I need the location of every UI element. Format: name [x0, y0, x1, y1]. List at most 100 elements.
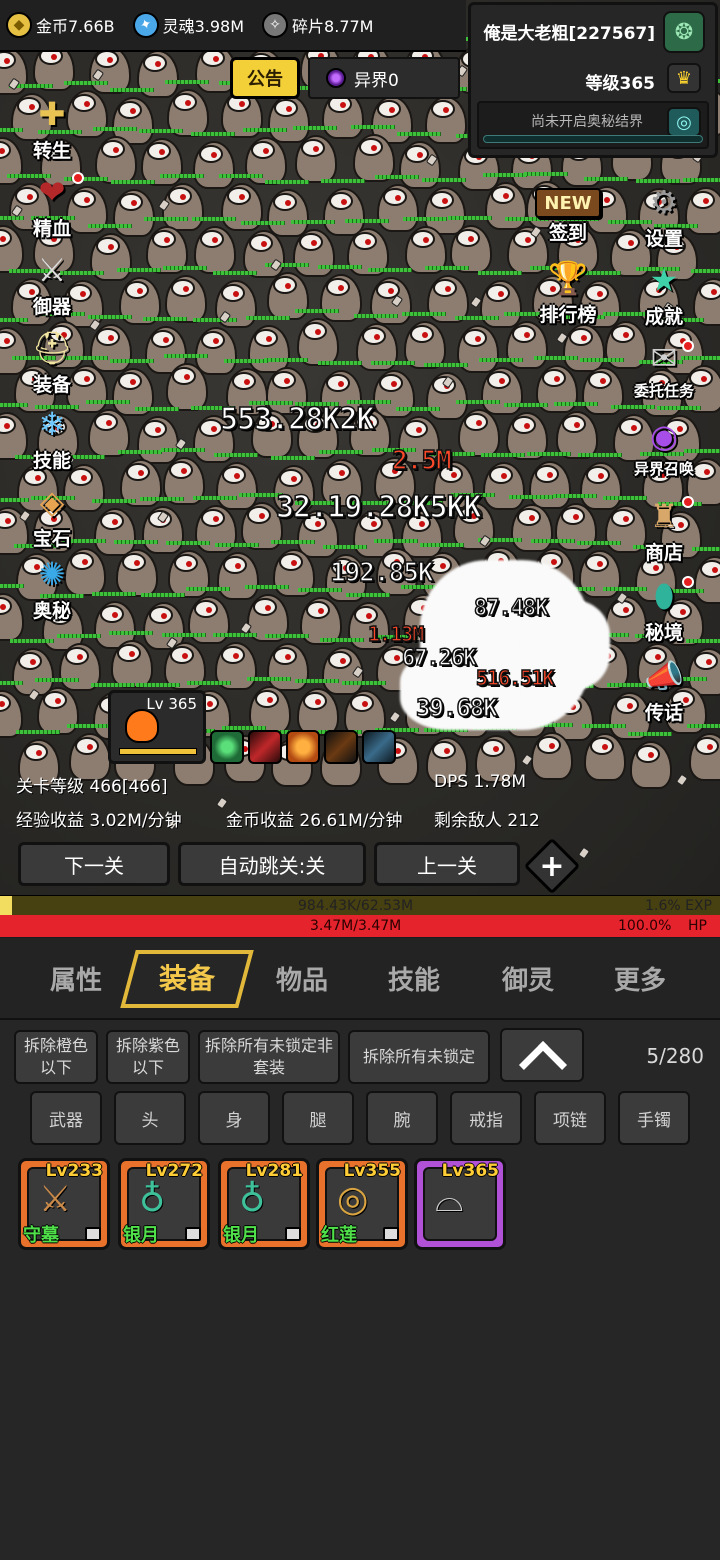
crown-icon[interactable]: ♛	[667, 63, 701, 93]
filter-label: 头	[141, 1110, 159, 1131]
menu-label: 装备	[32, 374, 71, 396]
tab-spirits[interactable]: 御灵	[502, 960, 554, 997]
necklace-icon: ♁	[239, 1179, 266, 1220]
menu-achievements[interactable]: ★ 成就	[626, 258, 702, 334]
new-sign-icon: NEW	[535, 188, 601, 218]
mystic-barrier-panel[interactable]: 尚未开启奥秘结界 ◎	[477, 101, 709, 149]
cross-staff-icon: ✚	[38, 95, 66, 133]
menu-settings[interactable]: ⚙ 设置	[626, 180, 702, 256]
tab-equipment[interactable]: 装备	[120, 950, 254, 1008]
remove-below-orange-button[interactable]: 拆除橙色以下	[14, 1030, 98, 1084]
menu-gems[interactable]: ◈ 宝石	[14, 480, 90, 556]
notification-dot	[682, 340, 694, 352]
filter-head[interactable]: 头	[114, 1091, 186, 1145]
enemies-left: 剩余敌人 212	[434, 811, 540, 831]
lightning-skill-icon[interactable]	[362, 730, 396, 764]
inventory-item[interactable]: ⌓ Lv365	[414, 1158, 506, 1250]
green-rune-skill-icon[interactable]	[210, 730, 244, 764]
remove-unlocked-button[interactable]: 拆除所有未锁定	[348, 1030, 490, 1084]
next-stage-label: 下一关	[64, 853, 124, 878]
exp-percent: 1.6% EXP	[645, 898, 712, 914]
otherworld-button[interactable]: 异界0	[308, 57, 460, 99]
menu-shop[interactable]: ♜ 商店	[626, 494, 702, 570]
player-badge-icon[interactable]: ❂	[663, 11, 705, 53]
player-name: 俺是大老粗[227567]	[483, 24, 655, 44]
damage-number: 32.19.28K5KK	[275, 489, 482, 526]
menu-label: 异界召唤	[633, 460, 694, 478]
menu-label: 技能	[32, 450, 71, 472]
item-level: Lv272	[145, 1161, 203, 1181]
menu-weapon-spirit[interactable]: ⚔ 御器	[14, 248, 90, 324]
blood-meat-icon: ❤	[38, 173, 66, 211]
menu-leaderboard[interactable]: 🏆 排行榜	[530, 256, 606, 332]
damage-number: 1.13M	[367, 621, 425, 647]
exp-bar: 984.43K/62.53M 1.6% EXP	[0, 895, 720, 915]
notice-label: 公告	[247, 69, 283, 90]
inventory-item[interactable]: ⚔ Lv233 守墓	[18, 1158, 110, 1250]
remove-below-purple-button[interactable]: 拆除紫色以下	[106, 1030, 190, 1084]
menu-broadcast[interactable]: 📣 传话	[626, 654, 702, 730]
necklace-icon: ♁	[139, 1179, 166, 1220]
sword-icon: ⚔	[39, 1179, 72, 1220]
flame-skill-icon[interactable]	[286, 730, 320, 764]
hero-energy-bar	[119, 748, 197, 755]
inventory-item[interactable]: ◎ Lv355 红莲	[316, 1158, 408, 1250]
gear-icon: ⚙	[649, 183, 679, 221]
notice-button[interactable]: 公告	[230, 57, 300, 99]
item-level: Lv365	[441, 1161, 499, 1181]
filter-legs[interactable]: 腿	[282, 1091, 354, 1145]
tab-skills[interactable]: 技能	[388, 960, 440, 997]
menu-skills[interactable]: ❄ 技能	[14, 402, 90, 478]
hat-icon: ⌓	[435, 1179, 464, 1220]
menu-secret-realm[interactable]: ⬮ 秘境	[626, 574, 702, 650]
menu-quests[interactable]: ✉ 委托任务	[626, 336, 702, 412]
menu-mystery[interactable]: ✺ 奥秘	[14, 552, 90, 628]
prev-stage-button[interactable]: 上一关	[374, 842, 520, 886]
menu-summon[interactable]: ◉ 异界召唤	[626, 414, 702, 490]
menu-blood[interactable]: ❤ 精血	[14, 170, 90, 246]
item-level: Lv281	[245, 1161, 303, 1181]
tab-more[interactable]: 更多	[614, 960, 666, 997]
menu-rebirth[interactable]: ✚ 转生	[14, 92, 90, 168]
filter-necklace[interactable]: 项链	[534, 1091, 606, 1145]
menu-label: 排行榜	[539, 304, 597, 326]
menu-signin[interactable]: NEW 签到	[530, 180, 606, 256]
menu-equipment[interactable]: ⛑ 装备	[14, 326, 90, 402]
sword-icon: ⚔	[37, 251, 67, 289]
filter-label: 戒指	[469, 1110, 503, 1131]
player-level: 等级365	[585, 74, 656, 94]
dark-fire-skill-icon[interactable]	[324, 730, 358, 764]
tab-items[interactable]: 物品	[276, 960, 328, 997]
filter-wrist[interactable]: 腕	[366, 1091, 438, 1145]
auto-skip-toggle[interactable]: 自动跳关:关	[178, 842, 366, 886]
trophy-icon: 🏆	[548, 259, 588, 297]
collapse-button[interactable]	[500, 1028, 584, 1090]
damage-number: 553.28K2K	[219, 401, 375, 438]
remove-unlocked-nonset-button[interactable]: 拆除所有未锁定非套装	[198, 1030, 340, 1084]
filter-weapon[interactable]: 武器	[30, 1091, 102, 1145]
filter-body[interactable]: 身	[198, 1091, 270, 1145]
damage-number: 516.51K	[475, 665, 555, 691]
next-stage-button[interactable]: 下一关	[18, 842, 170, 886]
inventory-item[interactable]: ♁ Lv281 银月	[218, 1158, 310, 1250]
tab-attributes[interactable]: 属性	[50, 960, 102, 997]
scroll-icon: ✉	[650, 339, 678, 377]
filter-bracelet[interactable]: 手镯	[618, 1091, 690, 1145]
damage-number: 192.85K	[329, 557, 434, 589]
hero-portrait[interactable]: Lv 365	[108, 690, 206, 764]
hp-bar: 3.47M/3.47M 100.0% HP	[0, 915, 720, 937]
fire-spirit-icon	[125, 709, 159, 743]
coin-rate: 金币收益 26.61M/分钟	[226, 811, 403, 831]
inventory-item[interactable]: ♁ Lv272 银月	[118, 1158, 210, 1250]
lock-icon	[85, 1227, 101, 1241]
filter-ring[interactable]: 戒指	[450, 1091, 522, 1145]
item-name: 守墓	[23, 1225, 59, 1246]
blue-vortex-icon: ✺	[38, 555, 66, 593]
blood-slash-skill-icon[interactable]	[248, 730, 282, 764]
menu-label: 宝石	[32, 528, 71, 550]
resource-bar: ◆ 金币7.66B ✦ 灵魂3.98M ✧ 碎片8.77M	[0, 0, 466, 52]
hero-level: Lv 365	[146, 695, 197, 713]
chevron-up-icon	[518, 1040, 568, 1090]
coin-amount: 金币7.66B	[36, 17, 115, 36]
main-tabs: 属性 装备 物品 技能 御灵 更多	[0, 938, 720, 1020]
